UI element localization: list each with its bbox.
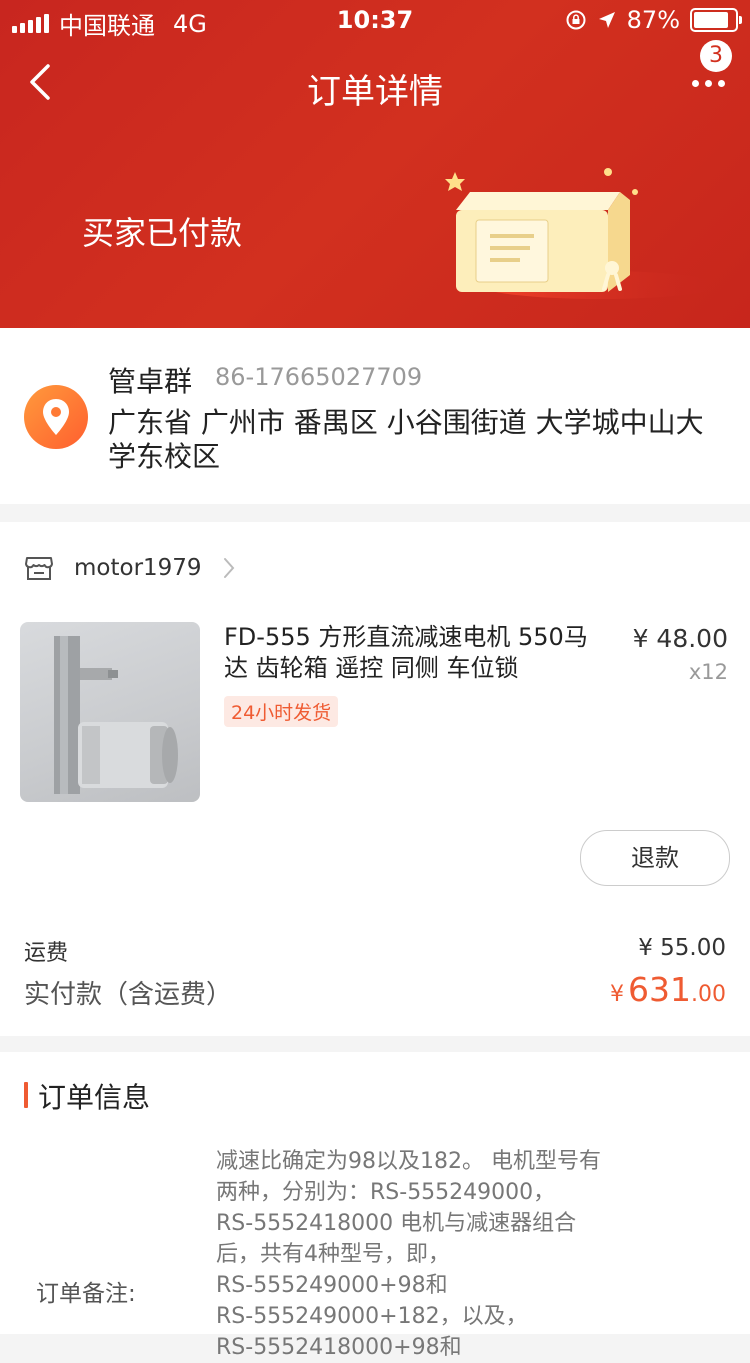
- shop-name: motor1979: [74, 555, 202, 581]
- paid-currency: ¥: [610, 982, 624, 1007]
- product-title[interactable]: FD-555 方形直流减速电机 550马达 齿轮箱 遥控 同侧 车位锁: [224, 622, 608, 684]
- page-title: 订单详情: [307, 72, 443, 112]
- order-info-card: 订单信息 订单备注: 减速比确定为98以及182。 电机型号有两种，分别为：RS…: [0, 1052, 750, 1360]
- recipient-name: 管卓群: [108, 365, 193, 398]
- store-icon: [25, 557, 53, 580]
- order-info-title: 订单信息: [38, 1081, 151, 1114]
- package-illustration: [445, 168, 720, 299]
- freight-label: 运费: [24, 941, 69, 966]
- recipient-phone: 86-17665027709: [215, 363, 423, 391]
- order-note-value: 减速比确定为98以及182。 电机型号有两种，分别为：RS-555249000，…: [216, 1149, 601, 1360]
- order-status-text: 买家已付款: [82, 214, 243, 252]
- product-quantity: x12: [688, 660, 728, 684]
- battery-fill: [694, 12, 729, 28]
- battery-icon: [690, 8, 742, 32]
- more-dots-icon: [692, 80, 725, 87]
- freight-value: ¥ 55.00: [638, 935, 726, 961]
- location-arrow-icon: [598, 12, 615, 28]
- recipient-address: 广东省 广州市 番禺区 小谷围街道 大学城中山大学东校区: [108, 406, 704, 473]
- status-right: 87%: [565, 6, 742, 34]
- status-bar: 中国联通 4G 10:37 87%: [0, 0, 750, 40]
- rotation-lock-icon: [566, 10, 586, 30]
- battery-percent: 87%: [626, 6, 680, 34]
- chevron-right-icon: [223, 558, 234, 578]
- paid-decimal: .00: [691, 982, 726, 1007]
- shop-link[interactable]: motor1979: [24, 550, 236, 586]
- notification-badge: 3: [700, 40, 732, 72]
- product-price: ¥ 48.00: [632, 624, 728, 653]
- address-card: 管卓群 86-17665027709 广东省 广州市 番禺区 小谷围街道 大学城…: [0, 328, 750, 504]
- order-items-card: motor1979 FD-555 方形直流减速电机 550马达 齿轮箱 遥控 同…: [0, 522, 750, 1036]
- paid-amount: ¥631.00: [610, 970, 726, 1009]
- refund-button[interactable]: 退款: [580, 830, 730, 886]
- section-accent-bar: [24, 1082, 28, 1108]
- product-image[interactable]: [20, 622, 200, 802]
- order-status-header: 中国联通 4G 10:37 87% 订单详情 3 买家已付款: [0, 0, 750, 328]
- shipping-tag: 24小时发货: [224, 696, 339, 727]
- more-button[interactable]: [686, 70, 730, 100]
- location-pin-icon: [24, 385, 88, 449]
- paid-amount-label: 实付款（含运费）: [24, 980, 233, 1010]
- paid-integer: 631: [628, 970, 691, 1009]
- order-note-label: 订单备注:: [36, 1281, 136, 1307]
